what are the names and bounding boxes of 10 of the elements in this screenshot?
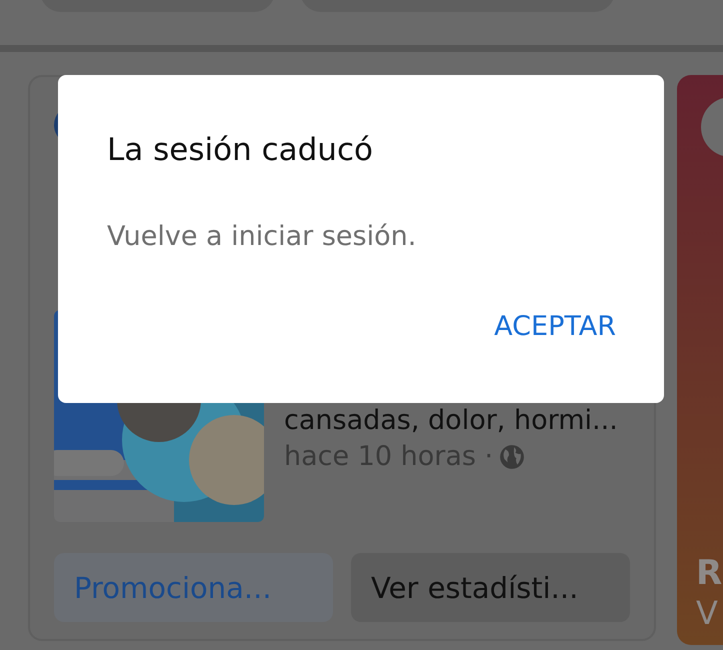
card-subtitle: V [696,593,719,633]
stats-button[interactable]: Ver estadísti... [351,553,630,622]
card-title: R [696,553,723,593]
dialog-title: La sesión caducó [107,131,374,170]
globe-icon [499,444,526,470]
promote-button[interactable]: Promociona... [54,553,333,622]
next-card[interactable]: R V [677,75,723,645]
post-description: cansadas, dolor, hormi... [284,404,618,438]
accept-button[interactable]: ACEPTAR [494,307,616,346]
dialog-message: Vuelve a iniciar sesión. [107,220,418,254]
